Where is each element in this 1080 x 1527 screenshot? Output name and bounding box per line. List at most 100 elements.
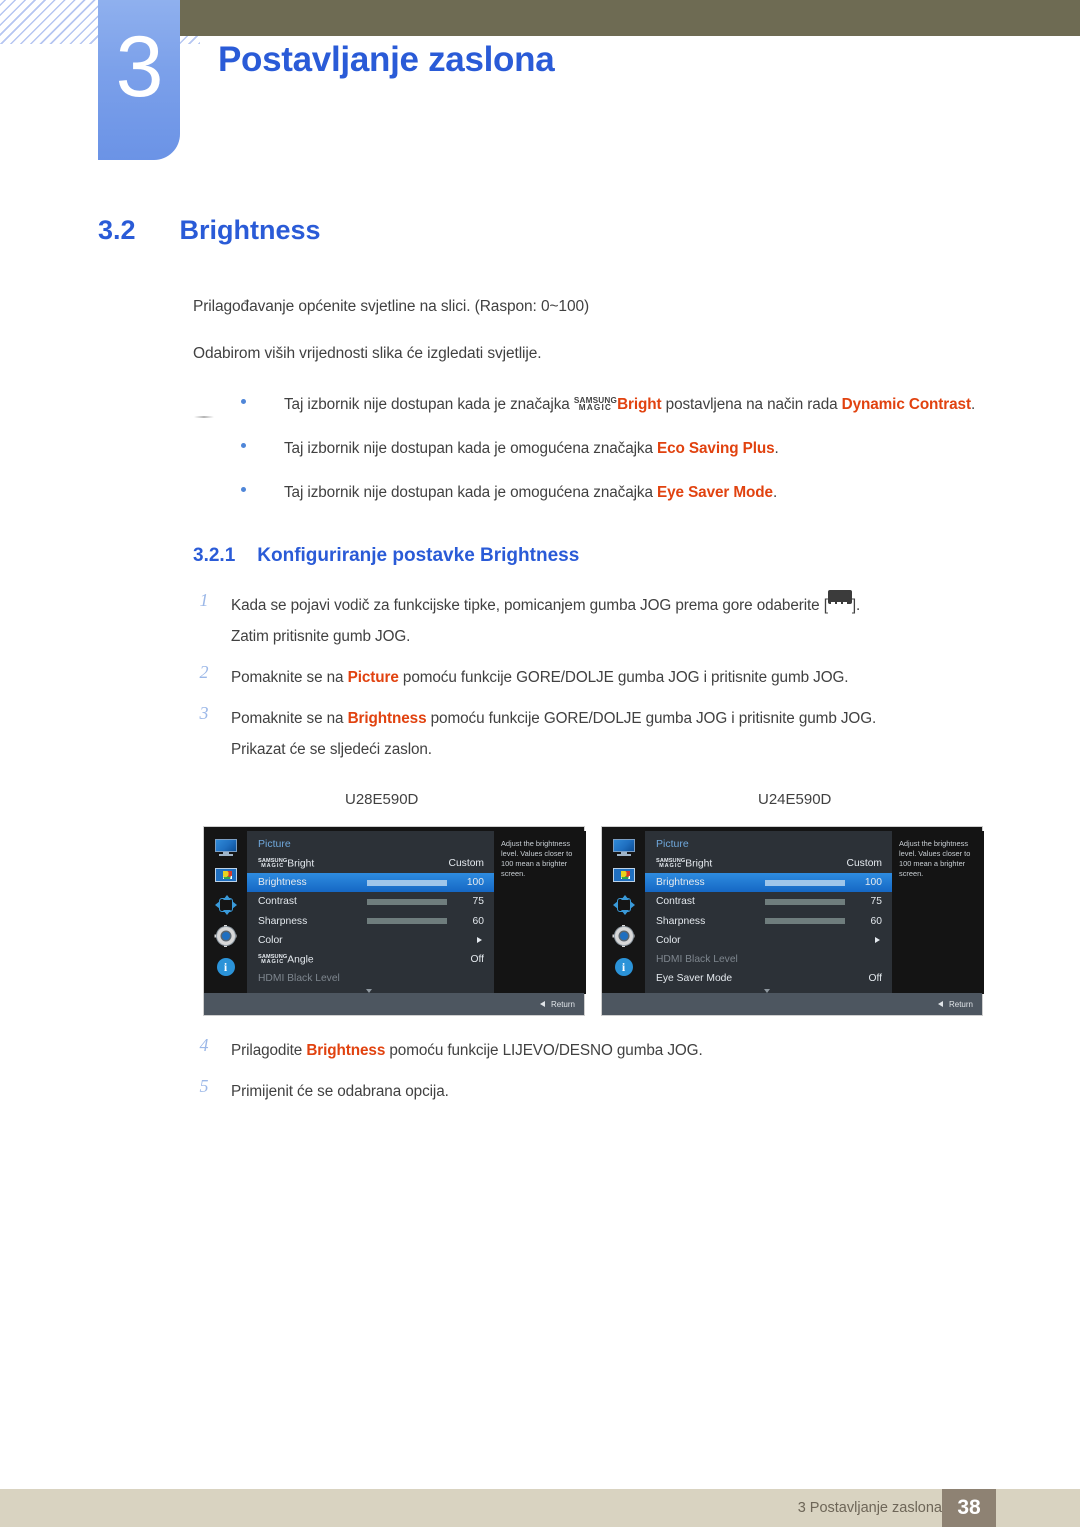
subsection-number: 3.2.1 [193,545,236,566]
osd-left-row-sharpness[interactable]: Sharpness 60 [247,912,494,931]
step-2-pre: Pomaknite se na [231,669,348,686]
step-1-number: 1 [199,590,209,610]
osd-left-row-color[interactable]: Color [247,931,494,950]
osd-right-menu: Picture SAMSUNG MAGIC Bright Custom Bright… [645,831,892,994]
onscreen-display-icon[interactable] [612,895,635,915]
onscreen-display-icon[interactable] [214,895,237,915]
osd-left-row-brightness[interactable]: Brightness 100 [247,873,494,893]
picture-icon[interactable] [214,867,238,884]
step-1-line2: Zatim pritisnite gumb JOG. [231,628,411,645]
osd-left-row-4-label: Color [258,934,283,946]
bullet-dot-icon [241,443,246,448]
sharpness-slider[interactable] [367,918,447,925]
osd-right-row-3-value: 60 [870,915,882,927]
osd-left-row-hdmi-black-level[interactable]: HDMI Black Level [247,969,494,988]
figure-right-model-label: U24E590D [758,791,832,808]
note-2-post: . [774,440,779,457]
step-5-number: 5 [199,1076,209,1096]
step-4-highlight: Brightness [306,1042,386,1059]
system-gear-icon[interactable] [214,925,237,947]
osd-right-sidebar: i [602,827,645,994]
information-icon[interactable]: i [614,957,634,977]
monitor-icon[interactable] [612,839,636,856]
monitor-icon[interactable] [214,839,238,856]
osd-right-return-label[interactable]: Return [949,1000,973,1009]
osd-right-row-2-label: Contrast [656,896,695,908]
section-number: 3.2 [98,215,136,245]
return-arrow-icon [539,1001,545,1007]
contrast-slider[interactable] [765,898,845,905]
osd-right-row-eye-saver-mode[interactable]: Eye Saver Mode Off [645,969,892,988]
bullet-dot-icon [241,487,246,492]
intro-line-1: Prilagođavanje općenite svjetline na sli… [193,298,590,315]
osd-right-row-5-label: HDMI Black Level [656,954,738,966]
note-1-magic-suffix: Bright [617,396,662,413]
sharpness-slider[interactable] [765,918,845,925]
step-4-pre: Prilagodite [231,1042,307,1059]
osd-right-row-4-label: Color [656,934,681,946]
bullet-dot-icon [241,399,246,404]
note-1-pre: Taj izbornik nije dostupan kada je znača… [284,396,574,413]
page-number: 38 [957,1496,981,1519]
chevron-right-icon [477,937,482,944]
osd-figure-right: i Picture SAMSUNG MAGIC Bright Custom Brig… [601,826,984,1016]
osd-left-row-1-value: 100 [466,877,484,889]
brightness-slider[interactable] [367,879,447,886]
osd-figure-left: i Picture SAMSUNG MAGIC Bright Custom Brig… [203,826,586,1016]
footer-chapter-text: 3 Postavljanje zaslona [797,1500,942,1516]
magic-bottom: MAGIC [261,959,285,966]
magic-bottom: MAGIC [578,403,613,412]
note-1-highlight: Dynamic Contrast [841,396,971,413]
picture-icon[interactable] [612,867,636,884]
osd-right-row-0-value: Custom [846,858,882,870]
osd-right-description: Adjust the brightness level. Values clos… [892,831,984,994]
step-3-post: pomoću funkcije GORE/DOLJE gumba JOG i p… [426,710,877,727]
osd-right-row-0-label: Bright [685,858,713,870]
osd-left-row-0-label: Bright [287,858,315,870]
osd-right-row-brightness[interactable]: Brightness 100 [645,873,892,893]
osd-left-sidebar: i [204,827,247,994]
osd-right-row-color[interactable]: Color [645,931,892,950]
jog-menu-icon [827,590,852,612]
step-2-number: 2 [199,662,209,682]
information-icon[interactable]: i [216,957,236,977]
header-olive-bar [180,0,1080,36]
brightness-slider[interactable] [765,879,845,886]
osd-right-row-contrast[interactable]: Contrast 75 [645,892,892,911]
osd-left-row-magicangle[interactable]: SAMSUNG MAGIC Angle Off [247,950,494,969]
step-1: 1 Kada se pojavi vodič za funkcijske tip… [193,590,1013,652]
osd-left-menu: Picture SAMSUNG MAGIC Bright Custom Bright… [247,831,494,994]
note-marker [194,416,214,418]
subsection-heading: 3.2.1 Konfiguriranje postavke Brightness [193,545,579,567]
note-1-post: . [970,396,976,413]
chapter-number: 3 [115,19,164,115]
step-2: 2 Pomaknite se na Picture pomoću funkcij… [193,662,1013,693]
osd-right-row-1-label: Brightness [656,877,705,889]
osd-left-row-6-label: HDMI Black Level [258,973,340,985]
osd-right-row-hdmi-black-level[interactable]: HDMI Black Level [645,950,892,969]
osd-right-row-magicbright[interactable]: SAMSUNG MAGIC Bright Custom [645,854,892,873]
osd-left-return-label[interactable]: Return [551,1000,575,1009]
note-1-mid: postavljena na način rada [661,396,842,413]
note-2-highlight: Eco Saving Plus [657,440,775,457]
note-item-3: Taj izbornik nije dostupan kada je omogu… [236,479,1006,506]
section-title: Brightness [179,215,321,245]
samsung-magic-logo: SAMSUNG MAGIC [258,858,287,870]
chapter-title: Postavljanje zaslona [218,40,555,79]
samsung-magic-logo: SAMSUNG MAGIC [258,954,287,966]
osd-left-row-0-value: Custom [448,858,484,870]
contrast-slider[interactable] [367,898,447,905]
osd-right-row-1-value: 100 [864,877,882,889]
osd-right-row-sharpness[interactable]: Sharpness 60 [645,912,892,931]
step-2-post: pomoću funkcije GORE/DOLJE gumba JOG i p… [398,669,849,686]
return-arrow-icon [937,1001,943,1007]
osd-left-row-contrast[interactable]: Contrast 75 [247,892,494,911]
system-gear-icon[interactable] [612,925,635,947]
step-3: 3 Pomaknite se na Brightness pomoću funk… [193,703,1013,765]
osd-left-row-magicbright[interactable]: SAMSUNG MAGIC Bright Custom [247,854,494,873]
page-number-badge: 38 [942,1489,996,1527]
osd-left-row-3-value: 60 [472,915,484,927]
osd-left-row-5-value: Off [470,954,484,966]
step-3-pre: Pomaknite se na [231,710,348,727]
step-3-line2: Prikazat će se sljedeći zaslon. [231,741,432,758]
